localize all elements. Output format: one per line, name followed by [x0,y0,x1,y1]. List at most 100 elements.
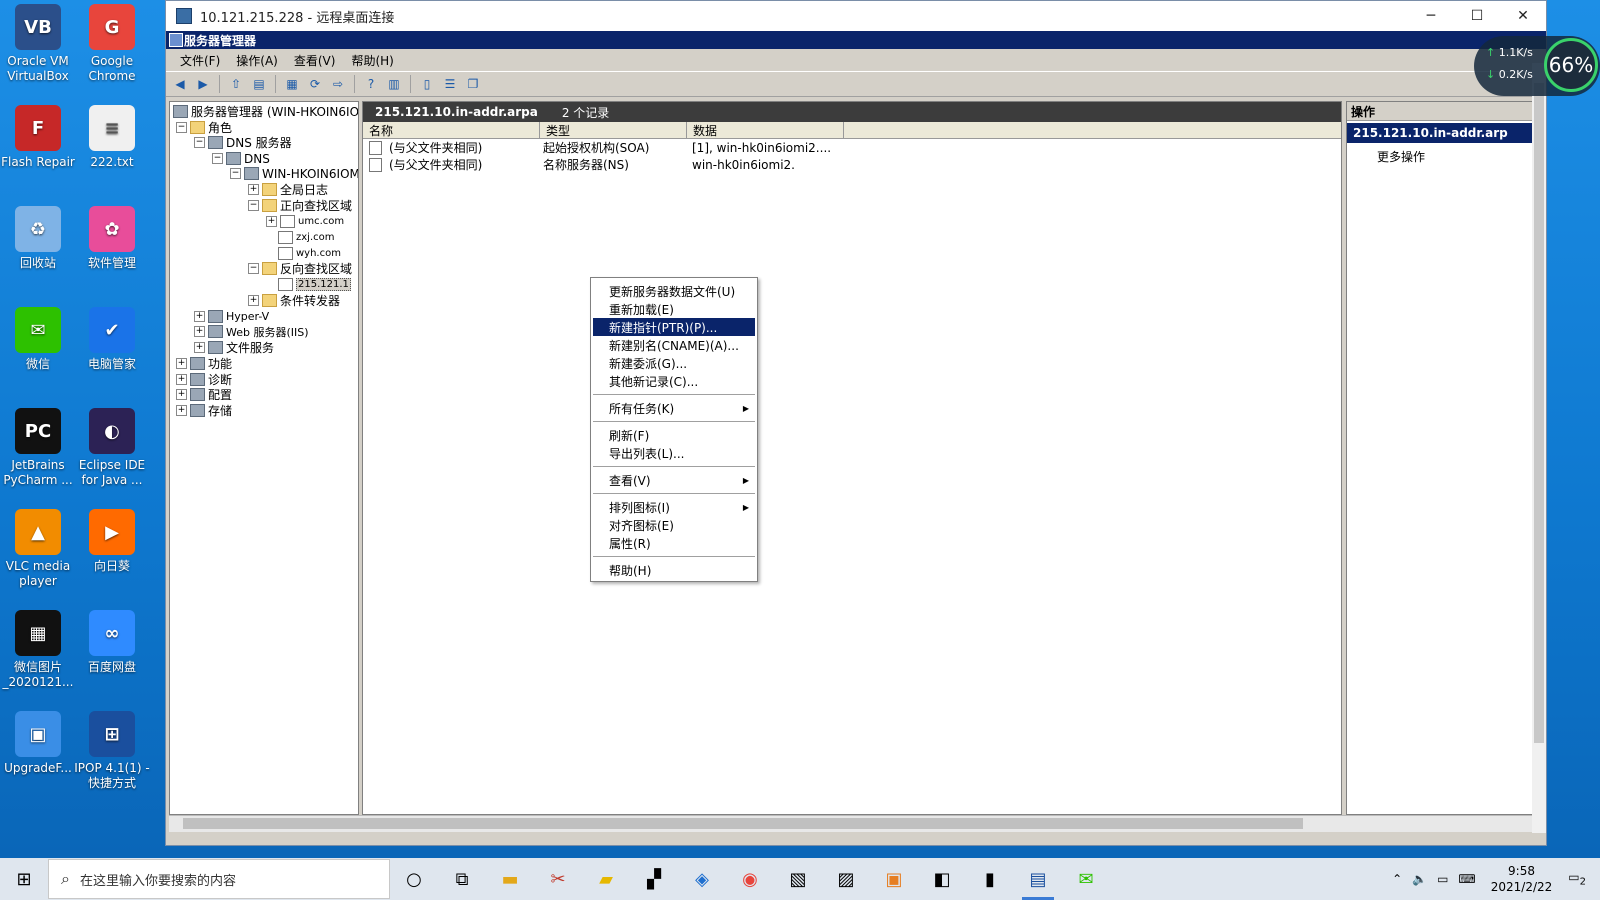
tree-zone-zxj[interactable]: zxj.com [278,230,334,245]
desktop-icon[interactable]: PC JetBrains PyCharm ... [0,408,76,488]
tree-zone-wyh[interactable]: wyh.com [278,246,341,261]
tree-dns-server[interactable]: − DNS 服务器 [194,135,292,150]
wechat-icon[interactable]: ✉ [1062,858,1110,900]
virtualbox-icon[interactable]: ▣ [870,858,918,900]
expand-icon[interactable]: + [176,374,187,385]
table-row[interactable]: (与父文件夹相同) 起始授权机构(SOA) [1], win-hk0in6iom… [363,139,1341,156]
chevron-up-icon[interactable]: ⌃ [1387,872,1407,886]
tree-hyperv[interactable]: + Hyper-V [194,309,269,324]
tree-forward-zone[interactable]: − 正向查找区域 [248,198,352,213]
help-icon[interactable]: ? [361,75,381,93]
sticky-notes-icon[interactable]: ▰ [582,858,630,900]
menu-other-records[interactable]: 其他新记录(C)... [591,372,757,390]
menu-new-delegation[interactable]: 新建委派(G)... [591,354,757,372]
screen-tool-icon[interactable]: ▞ [630,858,678,900]
expand-icon[interactable]: + [176,358,187,369]
desktop-icon[interactable]: ▲ VLC media player [0,509,76,589]
menu-file[interactable]: 文件(F) [172,52,228,69]
snipping-tool-icon[interactable]: ✂ [534,858,582,900]
cortana-icon[interactable]: ○ [390,858,438,900]
tree-config[interactable]: + 配置 [176,387,232,402]
desktop-icon[interactable]: ✉ 微信 [0,307,76,372]
notepad-icon[interactable]: ▨ [822,858,870,900]
refresh-icon[interactable]: ⟳ [305,75,325,93]
tree-roles[interactable]: − 角色 [176,120,232,135]
maximize-button[interactable]: ☐ [1454,1,1500,31]
column-type[interactable]: 类型 [540,122,687,138]
expand-icon[interactable]: + [194,342,205,353]
desktop-icon[interactable]: ⊞ IPOP 4.1(1) - 快捷方式 [74,711,150,791]
server-icon[interactable]: ▯ [417,75,437,93]
volume-icon[interactable]: 🔈 [1407,872,1432,886]
list-icon[interactable]: ☰ [440,75,460,93]
menu-all-tasks[interactable]: 所有任务(K) ▶ [591,399,757,417]
desktop-icon[interactable]: ◐ Eclipse IDE for Java ... [74,408,150,488]
copy-icon[interactable]: ❐ [463,75,483,93]
menu-properties[interactable]: 属性(R) [591,534,757,552]
expand-icon[interactable]: + [248,295,259,306]
menu-line-up-icons[interactable]: 对齐图标(E) [591,516,757,534]
close-button[interactable]: ✕ [1500,1,1546,31]
desktop-icon[interactable]: ✔ 电脑管家 [74,307,150,372]
export-icon[interactable]: ⇨ [328,75,348,93]
horizontal-scrollbar[interactable] [169,815,1541,832]
tree-root[interactable]: 服务器管理器 (WIN-HKOIN6IOMI [173,104,358,119]
expand-icon[interactable]: + [248,184,259,195]
task-view-icon[interactable]: ⧉ [438,858,486,900]
menu-refresh[interactable]: 刷新(F) [591,426,757,444]
desktop-icon[interactable]: ∞ 百度网盘 [74,610,150,675]
start-button[interactable]: ⊞ [0,858,48,900]
file-explorer-icon[interactable]: ▬ [486,858,534,900]
tree-zone-umc[interactable]: + umc.com [266,214,344,229]
tree-reverse-item[interactable]: 215.121.1 [278,277,351,292]
forward-icon[interactable]: ▶ [193,75,213,93]
disk-manager-icon[interactable]: ◧ [918,858,966,900]
tree-storage[interactable]: + 存储 [176,403,232,418]
show-hide-tree-icon[interactable]: ▤ [249,75,269,93]
desktop-icon[interactable]: F Flash Repair [0,105,76,170]
network-icon[interactable]: ▭ [1432,872,1453,886]
collapse-icon[interactable]: − [176,122,187,133]
menu-arrange-icons[interactable]: 排列图标(I) ▶ [591,498,757,516]
menu-action[interactable]: 操作(A) [228,52,286,69]
desktop-icon[interactable]: ▣ UpgradeF... [0,711,76,776]
menu-export-list[interactable]: 导出列表(L)... [591,444,757,462]
tree-global-log[interactable]: + 全局日志 [248,182,328,197]
vscode-icon[interactable]: ◈ [678,858,726,900]
vertical-scrollbar[interactable] [1532,63,1546,833]
keyboard-icon[interactable]: ⌨ [1453,872,1480,886]
chrome-icon[interactable]: ◉ [726,858,774,900]
action-pane-icon[interactable]: ▥ [384,75,404,93]
menu-view[interactable]: 查看(V) [286,52,344,69]
desktop-icon[interactable]: ✿ 软件管理 [74,206,150,271]
remote-desktop-icon[interactable]: ▤ [1014,858,1062,900]
table-row[interactable]: (与父文件夹相同) 名称服务器(NS) win-hk0in6iomi2. [363,156,1341,173]
menu-new-ptr[interactable]: 新建指针(PTR)(P)... [593,318,755,336]
collapse-icon[interactable]: − [194,137,205,148]
tree-web[interactable]: + Web 服务器(IIS) [194,324,309,339]
notification-icon[interactable]: ▭2 [1562,870,1600,887]
cmd-icon[interactable]: ▮ [966,858,1014,900]
clock[interactable]: 9:58 2021/2/22 [1491,863,1553,895]
menu-reload[interactable]: 重新加载(E) [591,300,757,318]
menu-view[interactable]: 查看(V) ▶ [591,471,757,489]
desktop-icon[interactable]: ♻ 回收站 [0,206,76,271]
photos-icon[interactable]: ▧ [774,858,822,900]
expand-icon[interactable]: + [176,405,187,416]
menu-help[interactable]: 帮助(H) [343,52,401,69]
menu-update-server-data[interactable]: 更新服务器数据文件(U) [591,282,757,300]
desktop-icon[interactable]: G Google Chrome [74,4,150,84]
expand-icon[interactable]: + [176,389,187,400]
actions-selected-zone[interactable]: 215.121.10.in-addr.arp [1347,123,1543,143]
column-name[interactable]: 名称 [363,122,540,138]
expand-icon[interactable]: + [194,326,205,337]
tree-features[interactable]: + 功能 [176,356,232,371]
collapse-icon[interactable]: − [248,200,259,211]
tree-file[interactable]: + 文件服务 [194,340,274,355]
more-actions-link[interactable]: 更多操作 [1347,143,1543,169]
collapse-icon[interactable]: − [248,263,259,274]
minimize-button[interactable]: ─ [1408,1,1454,31]
desktop-icon[interactable]: VB Oracle VM VirtualBox [0,4,76,84]
desktop-icon[interactable]: ▦ 微信图片_2020121... [0,610,76,690]
search-box[interactable]: ⌕ 在这里输入你要搜索的内容 [48,859,390,899]
